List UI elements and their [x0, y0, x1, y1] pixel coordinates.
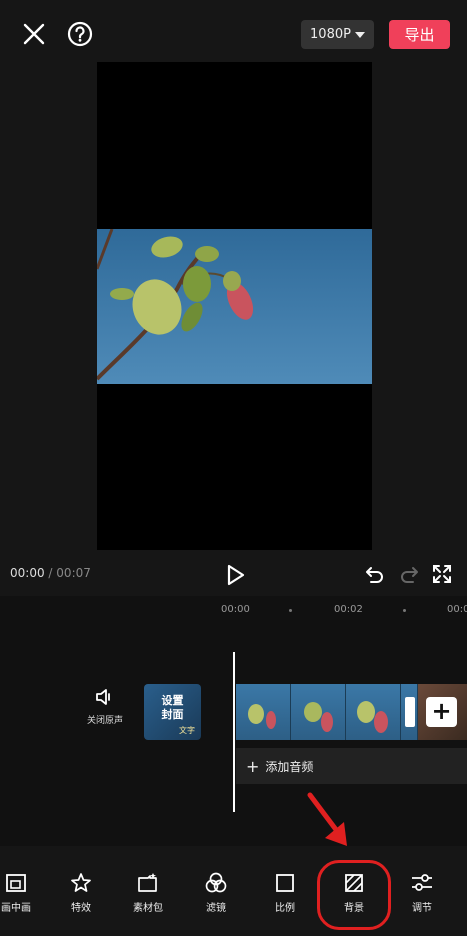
clip-trim-handle[interactable] [405, 697, 415, 727]
tool-label: 特效 [71, 903, 91, 914]
tool-picture-in-picture[interactable]: 画中画 [0, 872, 46, 922]
video-clip-track[interactable] [236, 684, 418, 740]
preview-image [97, 229, 372, 384]
mute-original-audio-button[interactable]: 关闭原声 [80, 688, 130, 728]
clip-frame [346, 684, 401, 740]
tool-filter[interactable]: 滤镜 [186, 872, 246, 922]
export-button[interactable]: 导出 [389, 20, 450, 49]
ruler-tick-label: 00:02 [334, 604, 363, 615]
tool-label: 画中画 [1, 903, 31, 914]
add-audio-label: 添加音频 [265, 759, 314, 774]
ratio-square-icon [276, 874, 294, 892]
timecode: 00:00 / 00:07 [10, 566, 91, 580]
add-audio-button[interactable]: + 添加音频 [236, 748, 467, 784]
tool-ratio[interactable]: 比例 [255, 872, 315, 922]
caret-down-icon [354, 31, 365, 38]
clip-frame [291, 684, 346, 740]
picture-in-picture-icon [6, 874, 26, 892]
current-time: 00:00 [10, 566, 45, 580]
cover-label-line1: 设置 [161, 694, 184, 707]
resolution-dropdown[interactable]: 1080P [301, 20, 374, 49]
close-icon[interactable] [20, 20, 48, 48]
annotation-arrow-icon [307, 792, 347, 846]
video-editor-app: 1080P 导出 00:00 / 00:07 00:00 00:02 00:0 … [0, 0, 467, 936]
adjust-sliders-icon [412, 874, 432, 891]
play-icon[interactable] [224, 563, 246, 587]
plus-icon: + [246, 756, 260, 776]
tool-effects[interactable]: 特效 [51, 872, 111, 922]
total-duration: 00:07 [56, 566, 91, 580]
playback-controls: 00:00 / 00:07 [0, 555, 467, 595]
redo-icon[interactable] [398, 563, 420, 585]
tool-label: 调节 [412, 903, 432, 914]
undo-icon[interactable] [364, 563, 386, 585]
effects-star-icon [71, 873, 91, 892]
tool-label: 比例 [275, 903, 295, 914]
ruler-dot [403, 609, 406, 612]
filter-circles-icon [205, 872, 227, 893]
add-clip-button[interactable]: + [426, 697, 457, 727]
mute-label: 关闭原声 [86, 716, 123, 726]
playhead[interactable] [233, 652, 235, 812]
cover-sub-label: 文字 [179, 726, 195, 735]
ruler-tick-label: 00:00 [221, 604, 250, 615]
tool-adjust[interactable]: 调节 [392, 872, 452, 922]
clip-frame [236, 684, 291, 740]
ruler-tick-label: 00:0 [447, 604, 467, 615]
material-pack-icon [138, 873, 157, 892]
resolution-value: 1080P [310, 27, 351, 42]
tool-material-pack[interactable]: 素材包 [118, 872, 178, 922]
annotation-highlight-ring [317, 860, 391, 930]
video-preview[interactable] [97, 62, 372, 550]
fullscreen-icon[interactable] [431, 563, 453, 585]
tool-label: 滤镜 [206, 903, 226, 914]
speaker-icon [96, 689, 110, 705]
help-icon[interactable] [66, 20, 94, 48]
bottom-toolbar: 画中画 特效 素材包 滤镜 比例 背景 调节 [0, 846, 467, 936]
cover-label-line2: 封面 [161, 708, 184, 721]
tool-label: 素材包 [133, 903, 163, 914]
cover-label: 设置 封面 [144, 694, 201, 722]
ruler-dot [289, 609, 292, 612]
timeline-panel[interactable]: 00:00 00:02 00:0 关闭原声 设置 封面 文字 + + 添加音频 [0, 596, 467, 846]
set-cover-button[interactable]: 设置 封面 文字 [144, 684, 201, 740]
top-bar: 1080P 导出 [0, 0, 467, 62]
time-separator: / [48, 566, 53, 580]
